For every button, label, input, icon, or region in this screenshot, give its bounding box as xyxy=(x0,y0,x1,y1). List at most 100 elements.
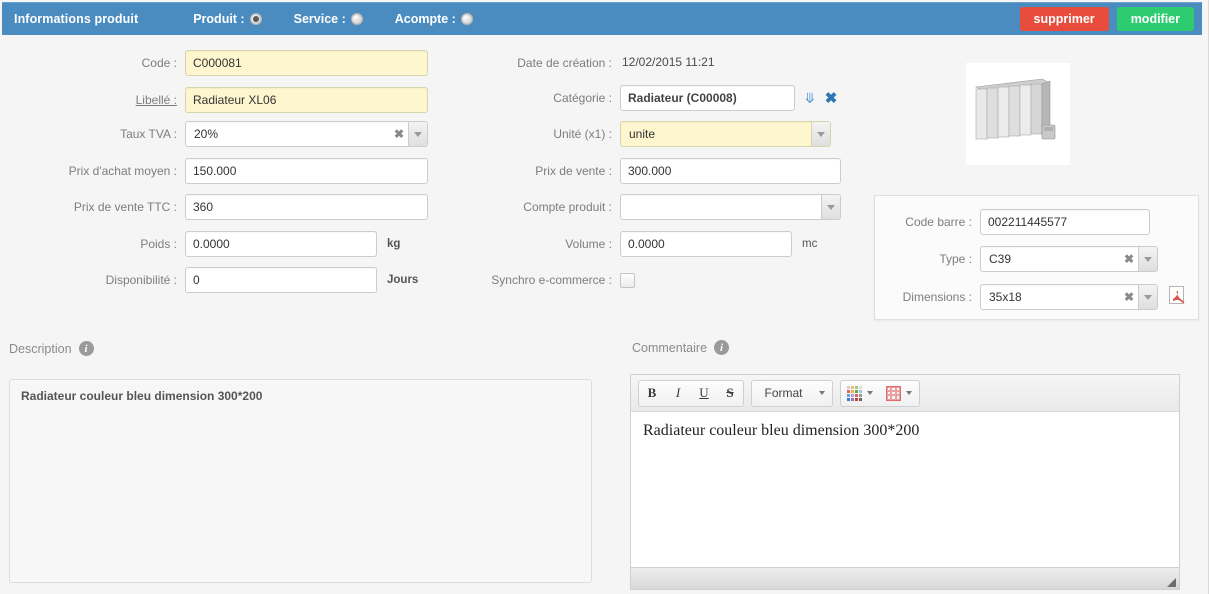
prix-vente-ttc-input[interactable] xyxy=(185,194,428,220)
field-code-barre: Code barre : xyxy=(875,209,1150,235)
barcode-dimensions-clear-icon[interactable]: ✖ xyxy=(1120,285,1138,309)
radio-produit[interactable]: Produit : xyxy=(193,12,262,26)
table-chevron-icon[interactable] xyxy=(906,391,912,395)
code-barre-input[interactable] xyxy=(980,209,1150,235)
date-creation-label: Date de création : xyxy=(517,56,612,70)
disponibilite-unit: Jours xyxy=(387,274,419,286)
format-label: Format xyxy=(764,386,803,400)
info-icon[interactable]: i xyxy=(78,341,94,356)
text-style-group: B I U S xyxy=(638,379,744,407)
bold-button[interactable]: B xyxy=(639,381,665,406)
compte-produit-combo[interactable] xyxy=(620,194,841,220)
barcode-dimensions-dropdown-arrow[interactable] xyxy=(1138,285,1157,309)
radio-service-label: Service : xyxy=(293,12,346,26)
categorie-input[interactable] xyxy=(620,85,795,111)
pdf-export-icon[interactable] xyxy=(1169,286,1187,307)
info-icon[interactable]: i xyxy=(714,340,730,355)
commentaire-section-label: Commentaire i xyxy=(632,340,730,355)
format-dropdown[interactable]: Format xyxy=(751,379,833,407)
table-icon[interactable] xyxy=(886,385,901,401)
field-poids: Poids : kg xyxy=(0,231,400,257)
field-synchro-ecommerce: Synchro e-commerce : xyxy=(430,267,635,293)
barcode-dimensions-label: Dimensions : xyxy=(902,290,972,304)
volume-input[interactable] xyxy=(620,231,792,257)
radio-acompte-dot[interactable] xyxy=(460,13,473,25)
poids-unit: kg xyxy=(387,238,401,250)
close-icon[interactable]: ✖ xyxy=(825,91,838,106)
edit-button[interactable]: modifier xyxy=(1116,7,1194,31)
barcode-panel: Code barre : Type : C39 ✖ Dimensions : 3… xyxy=(874,195,1199,320)
color-and-table-group xyxy=(840,379,920,407)
prix-vente-input[interactable] xyxy=(620,158,841,184)
editor-toolbar: B I U S Format xyxy=(631,375,1179,412)
unite-value: unite xyxy=(629,127,656,141)
volume-unit: mc xyxy=(802,238,818,250)
barcode-type-label: Type : xyxy=(939,252,972,266)
poids-label: Poids : xyxy=(140,237,177,251)
description-textarea[interactable]: Radiateur couleur bleu dimension 300*200 xyxy=(9,379,592,583)
field-disponibilite: Disponibilité : Jours xyxy=(0,267,418,293)
chevron-down-icon xyxy=(817,131,825,137)
page-header: Informations produit Produit : Service :… xyxy=(2,2,1202,35)
code-barre-label: Code barre : xyxy=(905,215,972,229)
libelle-label: Libellé : xyxy=(135,93,177,107)
field-barcode-type: Type : C39 ✖ xyxy=(875,246,1158,272)
type-radio-group: Produit : Service : Acompte : xyxy=(193,12,505,26)
compte-produit-label: Compte produit : xyxy=(523,200,612,214)
taux-tva-dropdown-arrow[interactable] xyxy=(408,122,427,146)
field-compte-produit: Compte produit : xyxy=(430,194,841,220)
field-code: Code : xyxy=(0,50,428,76)
barcode-type-clear-icon[interactable]: ✖ xyxy=(1120,247,1138,271)
synchro-label: Synchro e-commerce : xyxy=(491,273,612,287)
commentaire-label-text: Commentaire xyxy=(632,340,708,355)
disponibilite-label: Disponibilité : xyxy=(105,273,177,287)
field-prix-vente-ttc: Prix de vente TTC : xyxy=(0,194,428,220)
barcode-type-dropdown-arrow[interactable] xyxy=(1138,247,1157,271)
radio-acompte[interactable]: Acompte : xyxy=(395,12,473,26)
unite-combo[interactable]: unite xyxy=(620,121,831,147)
compte-produit-dropdown-arrow[interactable] xyxy=(821,195,840,219)
chevron-double-down-icon[interactable]: ⤋ xyxy=(804,91,816,105)
taux-tva-combo[interactable]: 20% ✖ xyxy=(185,121,428,147)
barcode-type-combo[interactable]: C39 ✖ xyxy=(980,246,1158,272)
chevron-down-icon[interactable] xyxy=(819,391,825,395)
taux-tva-label: Taux TVA : xyxy=(120,127,177,141)
radio-produit-dot[interactable] xyxy=(249,13,262,25)
field-libelle: Libellé : xyxy=(0,87,428,113)
chevron-down-icon xyxy=(1144,294,1152,300)
underline-button[interactable]: U xyxy=(691,381,717,406)
strikethrough-button[interactable]: S xyxy=(717,381,743,406)
prix-achat-moyen-input[interactable] xyxy=(185,158,428,184)
unite-dropdown-arrow[interactable] xyxy=(811,122,830,146)
italic-button[interactable]: I xyxy=(665,381,691,406)
poids-input[interactable] xyxy=(185,231,377,257)
page-title: Informations produit xyxy=(14,12,139,26)
field-unite: Unité (x1) : unite xyxy=(430,121,831,147)
product-info-page: Informations produit Produit : Service :… xyxy=(0,0,1209,594)
resize-handle[interactable] xyxy=(1167,578,1176,587)
synchro-checkbox[interactable] xyxy=(620,272,635,288)
header-actions: supprimer modifier xyxy=(1019,7,1194,31)
date-creation-value: 12/02/2015 11:21 xyxy=(622,55,715,69)
text-color-chevron-icon[interactable] xyxy=(867,391,873,395)
chevron-down-icon xyxy=(1144,256,1152,262)
text-color-icon[interactable] xyxy=(847,385,862,401)
disponibilite-input[interactable] xyxy=(185,267,377,293)
chevron-down-icon xyxy=(827,204,835,210)
barcode-dimensions-value: 35x18 xyxy=(989,290,1022,304)
field-taux-tva: Taux TVA : 20% ✖ xyxy=(0,121,428,147)
radio-acompte-label: Acompte : xyxy=(394,12,456,26)
radiator-illustration xyxy=(966,63,1070,165)
libelle-input[interactable] xyxy=(185,87,428,113)
unite-label: Unité (x1) : xyxy=(553,127,612,141)
barcode-type-value: C39 xyxy=(989,252,1012,266)
commentaire-editor: B I U S Format Radiateur couleur bleu di… xyxy=(630,374,1180,590)
taux-tva-clear-icon[interactable]: ✖ xyxy=(390,122,408,146)
prix-vente-label: Prix de vente : xyxy=(535,164,612,178)
commentaire-content[interactable]: Radiateur couleur bleu dimension 300*200 xyxy=(631,412,1179,567)
radio-service-dot[interactable] xyxy=(350,13,363,25)
barcode-dimensions-combo[interactable]: 35x18 ✖ xyxy=(980,284,1158,310)
radio-service[interactable]: Service : xyxy=(294,12,363,26)
delete-button[interactable]: supprimer xyxy=(1019,7,1109,31)
code-input[interactable] xyxy=(185,50,428,76)
